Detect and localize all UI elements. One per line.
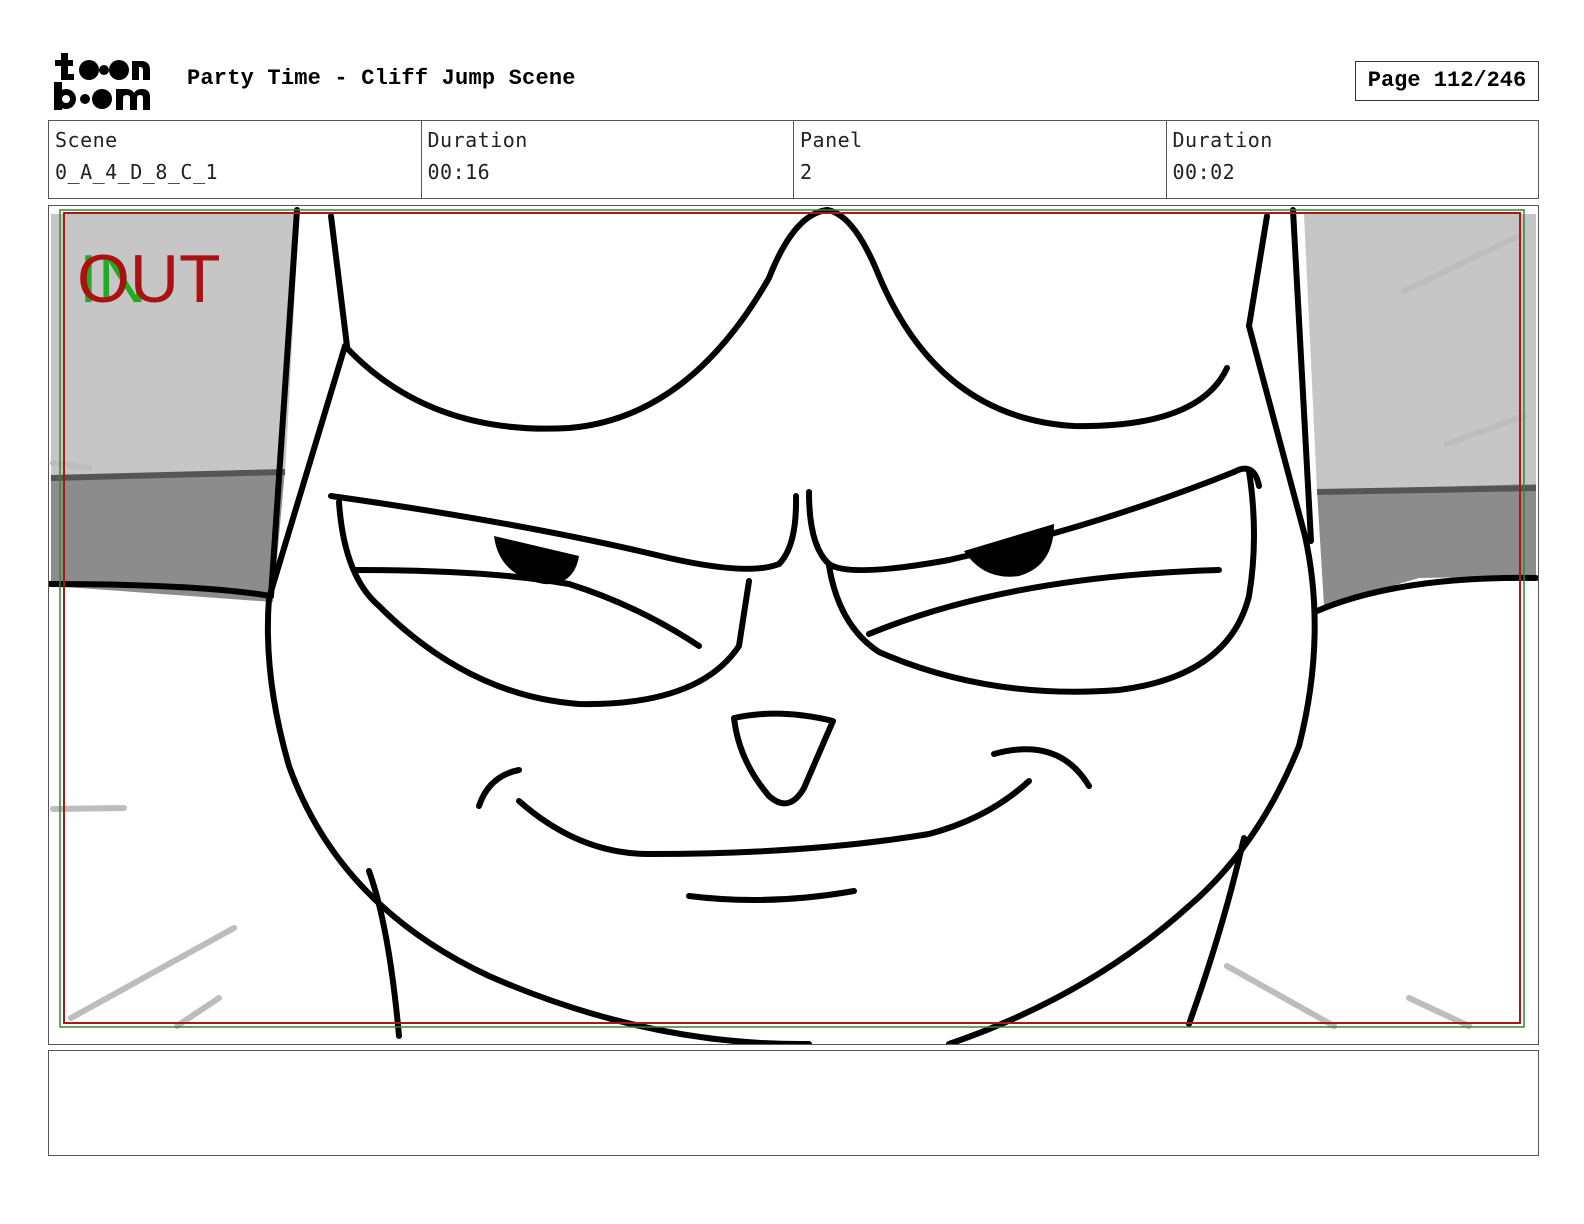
scene-duration-cell: Duration 00:16 [422, 121, 794, 198]
logo-graphic [54, 53, 150, 110]
wall-right [1317, 484, 1536, 606]
scene-cell: Scene 0_A_4_D_8_C_1 [49, 121, 422, 198]
panel-label: Panel [800, 128, 863, 152]
scene-label: Scene [55, 128, 118, 152]
storyboard-panel: IN OUT [48, 205, 1539, 1045]
panel-drawing: IN OUT [49, 207, 1538, 1044]
panel-notes-box [48, 1050, 1539, 1156]
scene-value: 0_A_4_D_8_C_1 [55, 160, 219, 184]
panel-duration-value: 00:02 [1172, 160, 1236, 184]
document-title: Party Time - Cliff Jump Scene [187, 66, 576, 91]
panel-duration-label: Duration [1172, 128, 1273, 152]
panel-duration-cell: Duration 00:02 [1167, 121, 1539, 198]
scene-info-table: Scene 0_A_4_D_8_C_1 Duration 00:16 Panel… [48, 120, 1539, 199]
pupils [494, 524, 1054, 585]
scene-duration-value: 00:16 [427, 160, 491, 184]
scene-duration-label: Duration [427, 128, 528, 152]
page-indicator: Page 112/246 [1355, 61, 1539, 101]
sky-right [1304, 214, 1536, 490]
panel-cell: Panel 2 [794, 121, 1167, 198]
out-marker: OUT [77, 241, 221, 317]
panel-value: 2 [800, 160, 813, 184]
toon-boom-logo: toon boom [52, 50, 164, 112]
